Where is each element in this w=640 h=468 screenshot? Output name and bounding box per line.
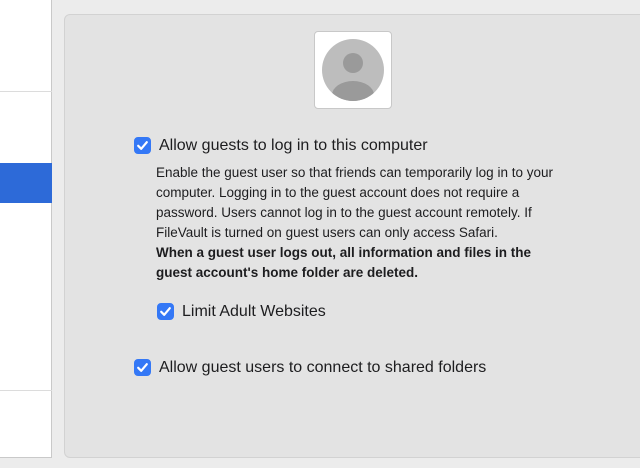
users-sidebar: [0, 0, 52, 458]
shared-folders-checkbox[interactable]: [134, 359, 151, 376]
allow-guests-checkbox[interactable]: [134, 137, 151, 154]
guest-warning: When a guest user logs out, all informat…: [156, 243, 531, 283]
description-line: computer. Logging in to the guest accoun…: [156, 185, 520, 200]
allow-guests-label[interactable]: Allow guests to log in to this computer: [159, 136, 428, 156]
user-silhouette-icon: [322, 39, 384, 101]
shared-folders-label[interactable]: Allow guest users to connect to shared f…: [159, 358, 486, 378]
description-line: FileVault is turned on guest users can o…: [156, 225, 498, 240]
warning-line: When a guest user logs out, all informat…: [156, 245, 532, 260]
description-line: Enable the guest user so that friends ca…: [156, 165, 553, 180]
checkmark-icon: [137, 363, 148, 372]
sidebar-divider: [0, 91, 52, 92]
sidebar-item-guest-user[interactable]: [0, 163, 52, 203]
checkmark-icon: [160, 307, 171, 316]
sidebar-divider: [0, 390, 52, 391]
checkmark-icon: [137, 141, 148, 150]
description-line: password. Users cannot log in to the gue…: [156, 205, 532, 220]
guest-description: Enable the guest user so that friends ca…: [156, 163, 636, 243]
warning-line: guest account's home folder are deleted.: [156, 265, 419, 280]
user-avatar[interactable]: [314, 31, 392, 109]
limit-adult-websites-checkbox[interactable]: [157, 303, 174, 320]
limit-adult-websites-label[interactable]: Limit Adult Websites: [182, 302, 326, 322]
